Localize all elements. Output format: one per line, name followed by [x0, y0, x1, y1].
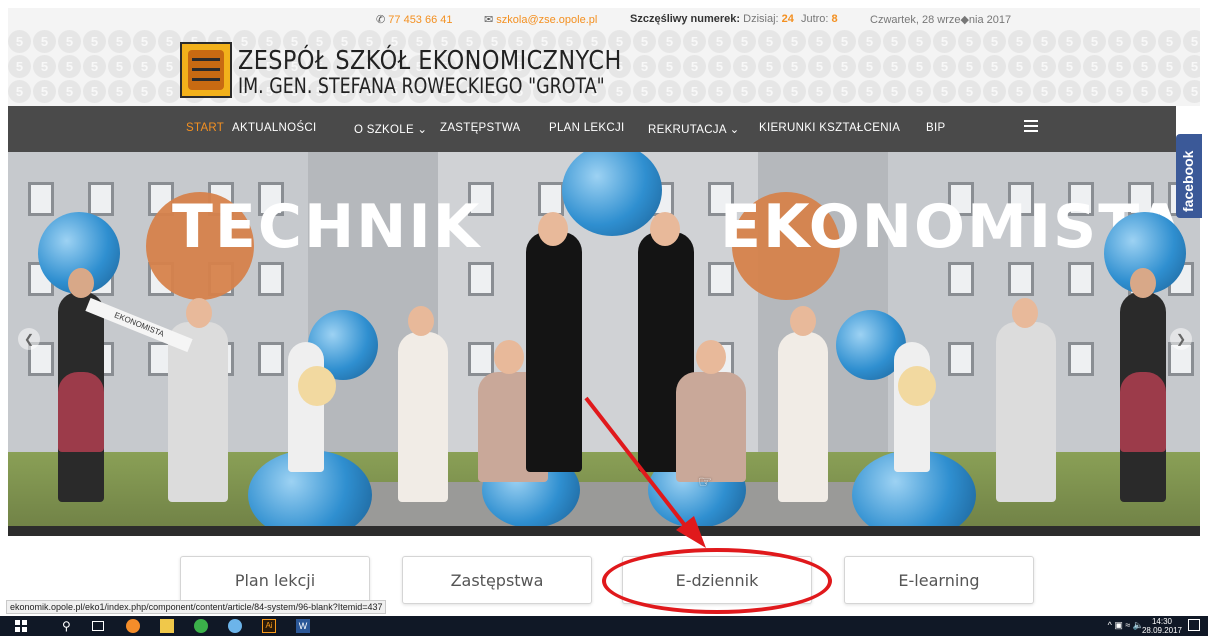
school-logo[interactable]: ZESPÓŁ SZKÓŁ EKONOMICZNYCH IM. GEN. STEF… — [180, 42, 621, 100]
nav-plan-lekcji[interactable]: PLAN LEKCJI — [549, 122, 625, 134]
email-link[interactable]: szkola@zse.opole.pl — [496, 14, 597, 26]
tomorrow-value: 8 — [831, 13, 838, 25]
slider-next-icon[interactable]: ❯ — [1170, 328, 1192, 350]
illustrator-icon[interactable]: Ai — [262, 619, 276, 633]
windows-start-icon[interactable] — [14, 619, 28, 633]
notifications-icon[interactable] — [1188, 619, 1200, 631]
nav-rekrutacja[interactable]: REKRUTACJA ⌄ — [648, 122, 740, 136]
top-info-bar: ✆ 77 453 66 41 ✉ szkola@zse.opole.pl Szc… — [8, 8, 1200, 30]
browser-page: 5555555555555555555555555555555555555555… — [0, 0, 1208, 636]
nav-kierunki-ksztalcenia[interactable]: KIERUNKI KSZTAŁCENIA — [759, 122, 900, 134]
slider-prev-icon[interactable]: ❮ — [18, 328, 40, 350]
hero-slider[interactable]: TECHNIK EKONOMISTA EKONOMISTA ❮ ❯ — [8, 152, 1200, 536]
quick-link-zastepstwa[interactable]: Zastępstwa — [402, 556, 592, 604]
today-value: 24 — [781, 13, 794, 25]
quick-link-plan-lekcji[interactable]: Plan lekcji — [180, 556, 370, 604]
site-header: 5555555555555555555555555555555555555555… — [8, 8, 1200, 106]
chrome-icon[interactable] — [194, 619, 208, 633]
current-date: Czwartek, 28 wrze◆nia 2017 — [870, 14, 1012, 26]
facebook-side-tab[interactable]: facebook — [1176, 134, 1202, 218]
facebook-label: facebook — [1180, 150, 1196, 212]
hero-word-technik: TECHNIK — [172, 192, 482, 262]
nav-bip[interactable]: BIP — [926, 122, 945, 134]
tiger-emblem-icon — [180, 42, 232, 98]
lucky-number-info: Szczęśliwy numerek: Dzisiaj: 24 Jutro: 8 — [630, 13, 838, 25]
school-name-line1: ZESPÓŁ SZKÓŁ EKONOMICZNYCH — [238, 46, 622, 76]
clock-date: 28.09.2017 — [1141, 626, 1182, 635]
word-icon[interactable]: W — [296, 619, 310, 633]
windows-taskbar: ⚲ Ai W ^ ▣ ≈ 🔈 14:30 28.09.2017 — [0, 616, 1208, 636]
nav-start[interactable]: START — [186, 122, 224, 134]
system-tray-icons[interactable]: ^ ▣ ≈ 🔈 — [1108, 620, 1144, 631]
nav-o-szkole[interactable]: O SZKOLE ⌄ — [354, 122, 427, 136]
email-contact[interactable]: ✉ szkola@zse.opole.pl — [484, 13, 597, 26]
hamburger-menu-icon[interactable] — [1024, 120, 1038, 132]
task-view-icon[interactable] — [92, 621, 104, 631]
main-navigation: START AKTUALNOŚCI O SZKOLE ⌄ ZASTĘPSTWA … — [8, 106, 1176, 152]
phone-number[interactable]: 77 453 66 41 — [388, 14, 452, 26]
today-label: Dzisiaj: — [743, 13, 779, 25]
lucky-number-label: Szczęśliwy numerek: — [630, 13, 741, 25]
status-bar-url: ekonomik.opole.pl/eko1/index.php/compone… — [6, 600, 387, 614]
school-name-line2: IM. GEN. STEFANA ROWECKIEGO "GROTA" — [238, 74, 605, 98]
tomorrow-label: Jutro: — [800, 13, 829, 25]
quick-link-e-learning[interactable]: E-learning — [844, 556, 1034, 604]
firefox-icon[interactable] — [126, 619, 140, 633]
envelope-icon: ✉ — [484, 14, 494, 26]
nav-aktualnosci[interactable]: AKTUALNOŚCI — [232, 122, 316, 134]
nav-zastepstwa[interactable]: ZASTĘPSTWA — [440, 122, 521, 134]
phone-icon: ✆ — [376, 14, 386, 26]
search-icon[interactable]: ⚲ — [62, 619, 76, 633]
app-icon[interactable] — [228, 619, 242, 633]
clock-time: 14:30 — [1151, 617, 1172, 626]
phone-contact[interactable]: ✆ 77 453 66 41 — [376, 13, 453, 26]
file-explorer-icon[interactable] — [160, 619, 174, 633]
taskbar-clock[interactable]: 14:30 28.09.2017 — [1142, 617, 1182, 635]
red-highlight-ellipse — [602, 548, 832, 614]
hand-cursor-icon: ☞ — [698, 474, 713, 491]
